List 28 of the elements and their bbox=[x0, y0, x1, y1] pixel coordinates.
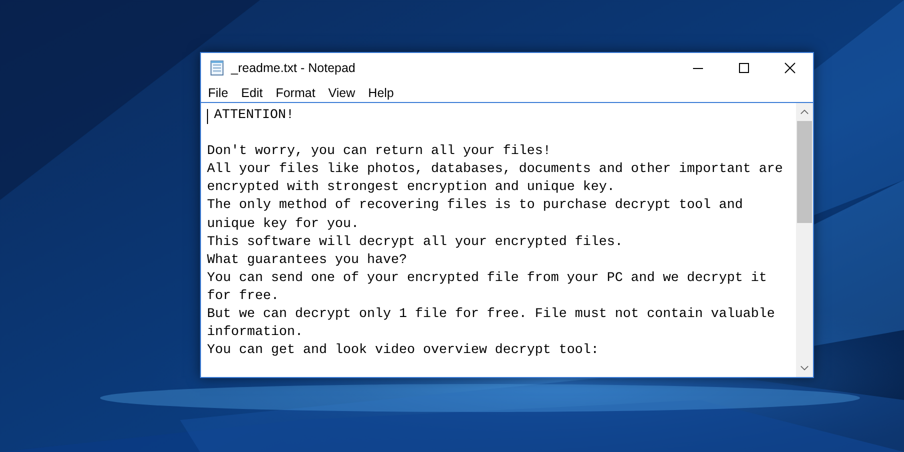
text-line: Don't worry, you can return all your files! bbox=[207, 143, 551, 162]
notepad-icon bbox=[209, 60, 225, 76]
text-line: You can send one of your encrypted file from your PC and we decrypt it bbox=[207, 270, 767, 288]
text-line: All your files like photos, databases, documents and other important are bbox=[207, 161, 783, 180]
menu-item[interactable]: Edit bbox=[236, 86, 268, 100]
text-line: information. bbox=[207, 324, 303, 342]
scrollbar[interactable] bbox=[796, 103, 813, 377]
scroll-up-icon[interactable] bbox=[800, 109, 809, 115]
maximize-icon bbox=[738, 62, 750, 74]
menu-item[interactable]: View bbox=[323, 86, 360, 100]
text-line: But we can decrypt only 1 file for free. File must not contain valuable bbox=[207, 306, 775, 324]
text-line: You can get and look video overview decrypt tool: bbox=[207, 342, 599, 360]
window-title: _readme.txt - Notepad bbox=[231, 61, 356, 75]
text-line: ATTENTION! bbox=[214, 107, 294, 125]
menu-item[interactable]: Format bbox=[270, 86, 320, 100]
text-line: The only method of recovering files is to purchase decrypt tool and bbox=[207, 197, 743, 216]
text-cursor bbox=[207, 108, 208, 124]
text-line: What guarantees you have? bbox=[207, 252, 407, 270]
menu-item[interactable]: File bbox=[203, 86, 234, 100]
text-line: for free. bbox=[207, 288, 279, 306]
scroll-down-icon[interactable] bbox=[800, 365, 809, 371]
text-line: unique key for you. bbox=[207, 216, 359, 234]
close-icon bbox=[784, 62, 796, 74]
text-area[interactable] bbox=[200, 102, 814, 378]
menu-item[interactable]: Help bbox=[363, 86, 399, 100]
scrollbar-thumb[interactable] bbox=[797, 121, 812, 223]
text-line: encrypted with strongest encryption and unique key. bbox=[207, 179, 615, 198]
text-line: This software will decrypt all your encrypted files. bbox=[207, 234, 623, 252]
